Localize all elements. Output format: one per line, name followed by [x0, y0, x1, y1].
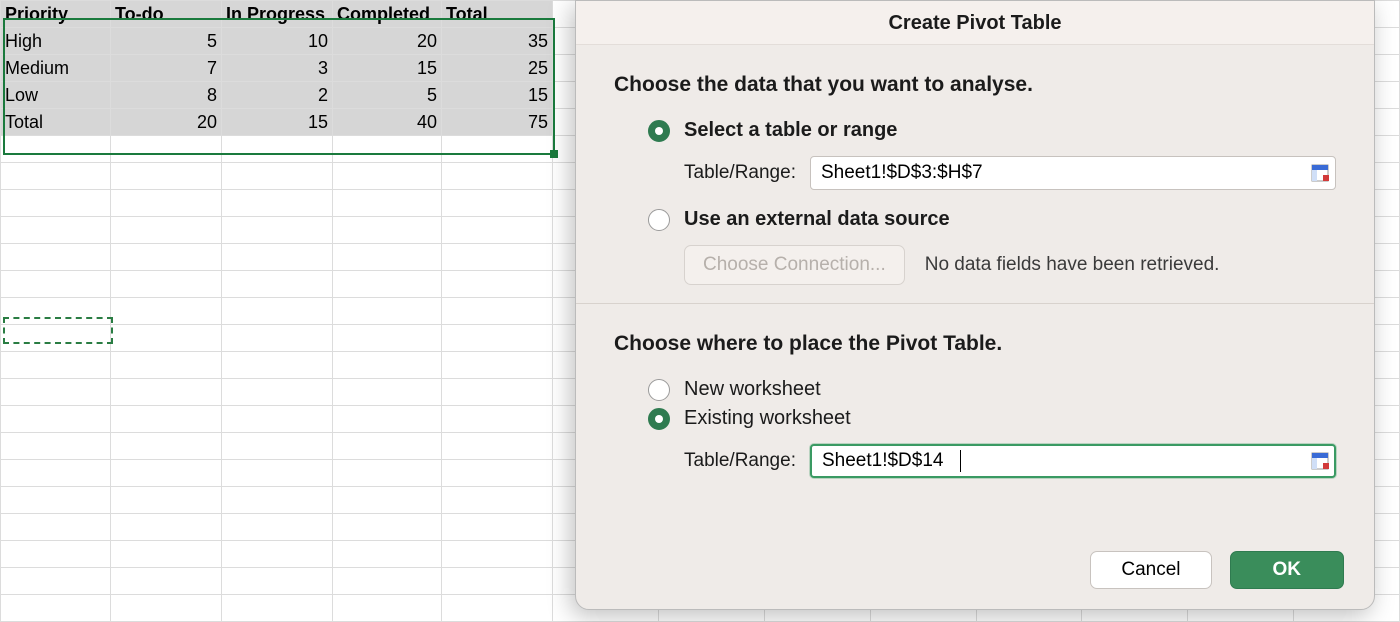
no-data-fields-hint: No data fields have been retrieved.: [925, 254, 1220, 276]
choose-connection-button: Choose Connection...: [684, 245, 905, 285]
header-cell[interactable]: In Progress: [222, 1, 333, 28]
row-label-cell[interactable]: High: [1, 28, 111, 55]
range-picker-icon[interactable]: [1310, 163, 1330, 183]
source-range-label: Table/Range:: [684, 162, 796, 184]
header-cell[interactable]: Total: [442, 1, 553, 28]
data-cell[interactable]: 25: [442, 55, 553, 82]
data-cell[interactable]: 15: [442, 82, 553, 109]
data-cell[interactable]: 8: [111, 82, 222, 109]
radio-new-worksheet[interactable]: [648, 379, 670, 401]
header-cell[interactable]: To-do: [111, 1, 222, 28]
option-existing-worksheet[interactable]: Existing worksheet: [648, 407, 1336, 430]
option-new-worksheet[interactable]: New worksheet: [648, 378, 1336, 401]
section-choose-data: Choose the data that you want to analyse…: [614, 73, 1336, 97]
range-picker-icon[interactable]: [1310, 451, 1330, 471]
data-cell[interactable]: 15: [333, 55, 442, 82]
option-external-source-label: Use an external data source: [684, 208, 950, 231]
dialog-title: Create Pivot Table: [576, 1, 1374, 45]
data-cell[interactable]: 20: [333, 28, 442, 55]
data-cell[interactable]: 2: [222, 82, 333, 109]
data-cell[interactable]: 5: [111, 28, 222, 55]
option-new-worksheet-label: New worksheet: [684, 378, 821, 401]
option-external-source[interactable]: Use an external data source: [648, 208, 1336, 231]
data-cell[interactable]: 20: [111, 109, 222, 136]
header-cell[interactable]: Priority: [1, 1, 111, 28]
section-choose-placement: Choose where to place the Pivot Table.: [614, 332, 1336, 356]
destination-range-label: Table/Range:: [684, 450, 796, 472]
create-pivot-table-dialog: Create Pivot Table Choose the data that …: [575, 0, 1375, 610]
row-label-cell[interactable]: Medium: [1, 55, 111, 82]
source-range-input[interactable]: [810, 156, 1336, 190]
cancel-button[interactable]: Cancel: [1090, 551, 1211, 589]
radio-select-range[interactable]: [648, 120, 670, 142]
data-cell[interactable]: 75: [442, 109, 553, 136]
data-cell[interactable]: 3: [222, 55, 333, 82]
row-label-cell[interactable]: Total: [1, 109, 111, 136]
data-cell[interactable]: 7: [111, 55, 222, 82]
ok-button[interactable]: OK: [1230, 551, 1345, 589]
option-select-range[interactable]: Select a table or range: [648, 119, 1336, 142]
row-label-cell[interactable]: Low: [1, 82, 111, 109]
header-cell[interactable]: Completed: [333, 1, 442, 28]
destination-range-input[interactable]: [810, 444, 1336, 478]
data-cell[interactable]: 40: [333, 109, 442, 136]
data-cell[interactable]: 5: [333, 82, 442, 109]
data-cell[interactable]: 15: [222, 109, 333, 136]
option-existing-worksheet-label: Existing worksheet: [684, 407, 851, 430]
radio-external-source[interactable]: [648, 209, 670, 231]
text-cursor-icon: [960, 450, 962, 472]
section-divider: [576, 303, 1374, 304]
option-select-range-label: Select a table or range: [684, 119, 897, 142]
radio-existing-worksheet[interactable]: [648, 408, 670, 430]
data-cell[interactable]: 10: [222, 28, 333, 55]
data-cell[interactable]: 35: [442, 28, 553, 55]
